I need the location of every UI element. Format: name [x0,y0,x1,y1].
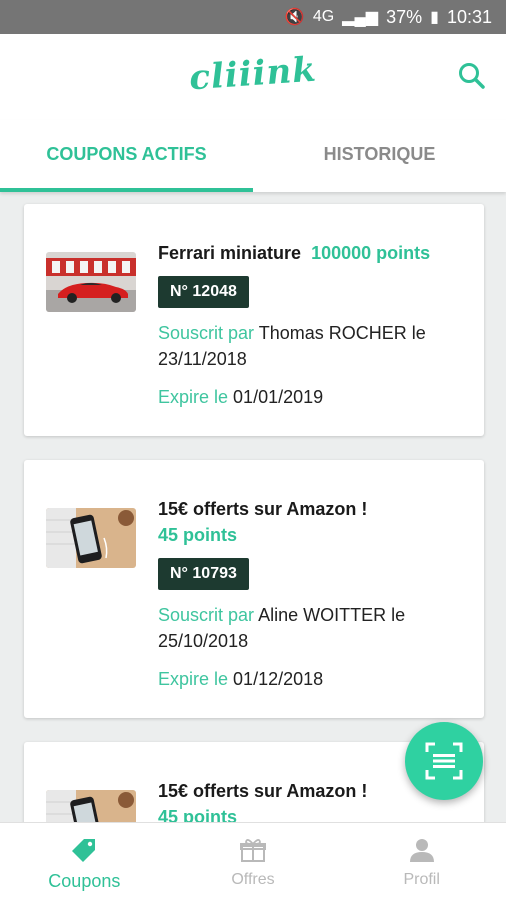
coupon-image-car [46,252,136,312]
coupon-card[interactable]: 15€ offerts sur Amazon ! 45 points N° 10… [24,460,484,718]
coupon-info: 15€ offerts sur Amazon ! 45 points N° 10… [158,496,470,692]
coupon-points: 45 points [158,807,238,822]
signal-icon: ▂▄▆ [342,9,379,26]
nav-offres[interactable]: Offres [169,823,338,900]
battery-percent: 37% [386,6,423,27]
app-logo: cliiink [187,49,319,99]
coupon-expiry: Expire le 01/12/2018 [158,666,470,692]
tab-historique[interactable]: HISTORIQUE [253,120,506,192]
tag-icon [72,839,96,862]
search-button[interactable] [456,60,488,92]
person-icon [409,839,434,862]
coupon-number-badge: N° 10793 [158,558,249,590]
gift-icon [240,839,266,862]
coupon-expiry: Expire le 01/01/2019 [158,384,470,410]
clock: 10:31 [446,6,492,27]
coupon-subscribed: Souscrit par Thomas ROCHER le 23/11/2018 [158,320,470,372]
tab-bar: COUPONS ACTIFS HISTORIQUE [0,120,506,192]
coupon-points: 45 points [158,525,238,545]
coupon-image-phone [46,790,136,822]
nav-label-coupons: Coupons [48,871,121,891]
smartphone-on-desk-image [46,508,136,568]
subscribed-label: Souscrit par [158,323,255,343]
nav-label-offres: Offres [231,871,275,888]
coupon-card[interactable]: Ferrari miniature 100000 points N° 12048… [24,204,484,436]
coupon-number-badge: N° 12048 [158,276,249,308]
network-type: 4G [312,8,335,25]
barcode-scan-icon [425,742,463,780]
bottom-navigation: Coupons Offres Profil [0,822,506,900]
coupon-title: Ferrari miniature [158,243,302,263]
coupon-title-line: Ferrari miniature 100000 points [158,240,470,266]
search-icon [459,63,485,89]
mute-icon: 🔇 [284,9,305,26]
coupon-image-phone [46,508,136,568]
nav-label-profil: Profil [403,871,440,888]
expires-date: 01/12/2018 [233,669,324,689]
nav-coupons[interactable]: Coupons [0,823,169,900]
smartphone-on-desk-image [46,790,136,822]
scan-fab-button[interactable] [405,722,483,800]
expires-date: 01/01/2019 [233,387,324,407]
subscribed-label: Souscrit par [158,605,255,625]
expires-label: Expire le [158,669,229,689]
coupon-points: 100000 points [311,243,431,263]
app-bar: cliiink [0,34,506,120]
expires-label: Expire le [158,387,229,407]
red-sports-car-image [46,252,136,312]
coupon-subscribed: Souscrit par Aline WOITTER le 25/10/2018 [158,602,470,654]
coupon-info: Ferrari miniature 100000 points N° 12048… [158,240,470,410]
battery-icon: ▮ [430,9,439,26]
nav-profil[interactable]: Profil [337,823,506,900]
status-bar: 🔇 4G ▂▄▆ 37% ▮ 10:31 [0,0,506,34]
coupon-title: 15€ offerts sur Amazon ! [158,499,368,519]
tab-coupons-actifs[interactable]: COUPONS ACTIFS [0,120,253,192]
